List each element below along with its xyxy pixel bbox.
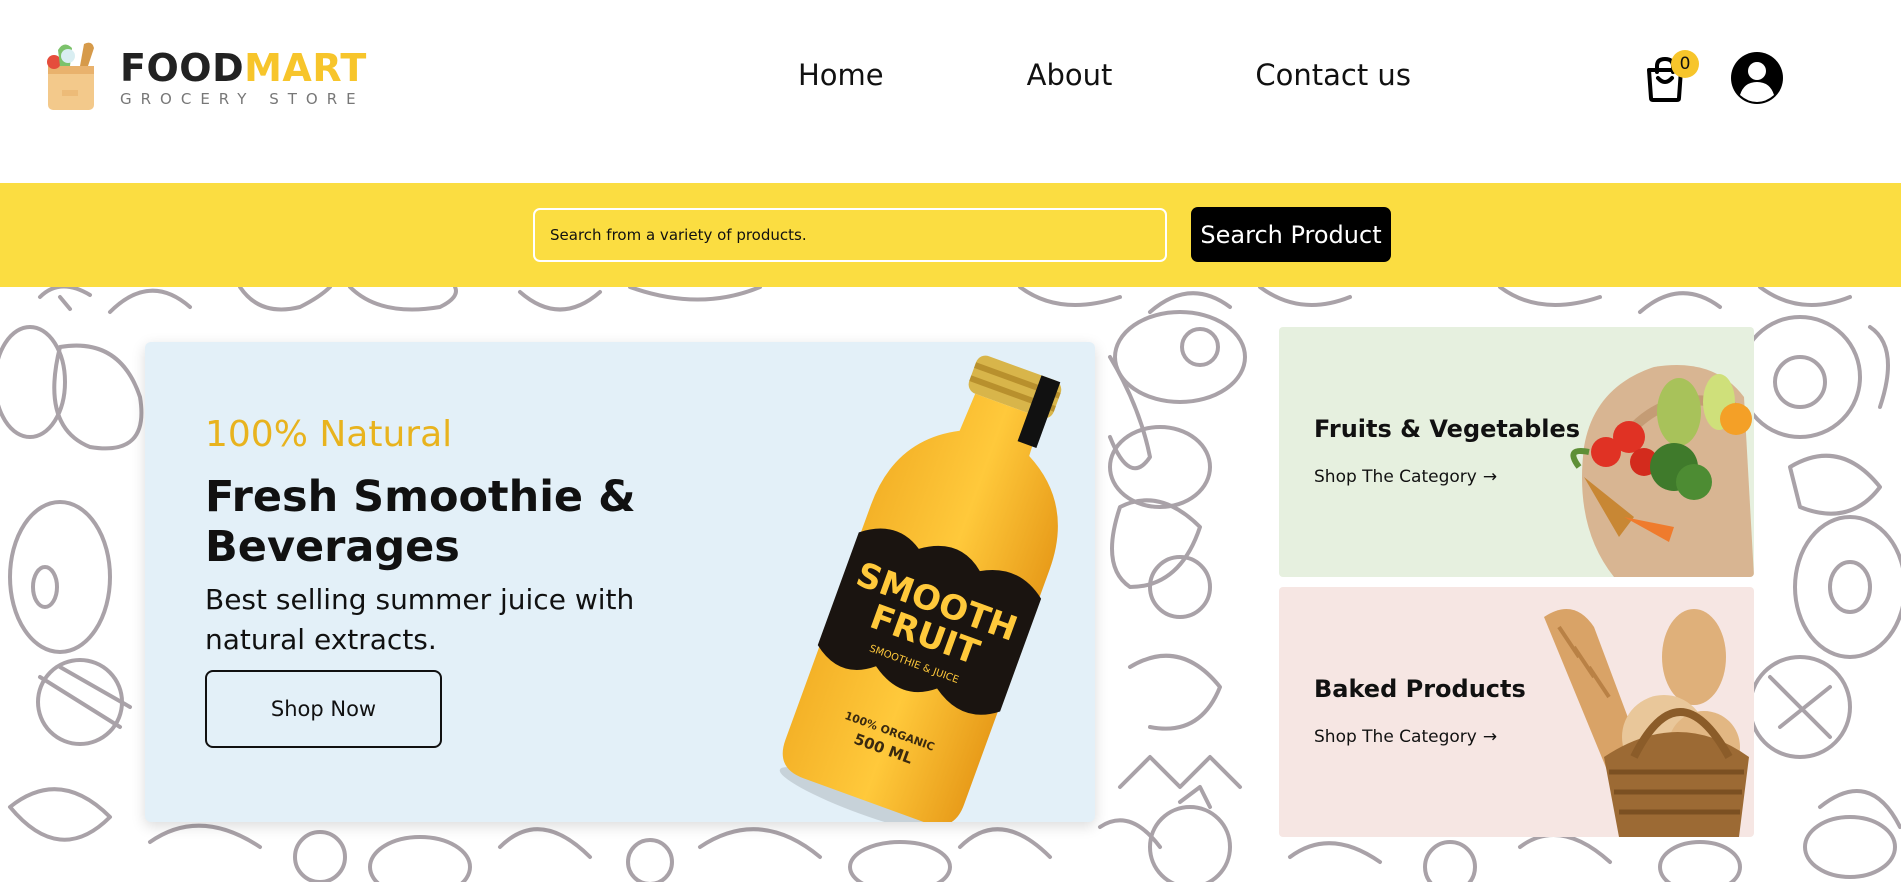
brand-tagline: GROCERY STORE bbox=[120, 90, 365, 108]
nav-home-link[interactable]: Home bbox=[798, 58, 884, 92]
brand-logo[interactable]: FOODMART GROCERY STORE bbox=[44, 40, 367, 112]
search-input[interactable] bbox=[533, 208, 1167, 262]
search-bar: Search Product bbox=[0, 183, 1901, 287]
hero-banner: 100% Natural Fresh Smoothie & Beverages … bbox=[145, 342, 1095, 822]
hero-description: Best selling summer juice with natural e… bbox=[205, 583, 635, 656]
main-nav: Home About Contact us bbox=[798, 58, 1411, 92]
brand-name-mart: MART bbox=[244, 46, 367, 90]
brand-name-food: FOOD bbox=[120, 46, 245, 90]
bread-basket-image bbox=[1544, 609, 1749, 837]
shop-category-link-baked[interactable]: Shop The Category → bbox=[1314, 727, 1497, 747]
arrow-right-icon: → bbox=[1482, 467, 1498, 487]
category-title: Baked Products bbox=[1314, 675, 1526, 703]
smoothie-bottle-image: SMOOTH FRUIT SMOOTHIE & JUICE 100% ORGAN… bbox=[779, 355, 1062, 822]
category-card-baked-products[interactable]: Baked Products Shop The Category → bbox=[1279, 587, 1754, 837]
user-avatar-icon[interactable] bbox=[1730, 51, 1784, 105]
brand-text: FOODMART GROCERY STORE bbox=[120, 48, 367, 108]
site-header: FOODMART GROCERY STORE Home About Contac… bbox=[0, 0, 1901, 183]
shop-category-link-fruits[interactable]: Shop The Category → bbox=[1314, 467, 1497, 487]
search-product-button[interactable]: Search Product bbox=[1191, 207, 1391, 262]
hero-kicker: 100% Natural bbox=[205, 414, 453, 455]
arrow-right-icon: → bbox=[1482, 727, 1498, 747]
category-card-fruits-vegetables[interactable]: Fruits & Vegetables Shop The Category → bbox=[1279, 327, 1754, 577]
brand-name: FOODMART bbox=[120, 48, 367, 88]
grocery-bag-icon bbox=[47, 42, 94, 110]
shop-category-label: Shop The Category bbox=[1314, 467, 1477, 487]
category-title: Fruits & Vegetables bbox=[1314, 415, 1581, 443]
shop-category-label: Shop The Category bbox=[1314, 727, 1477, 747]
nav-about-link[interactable]: About bbox=[1027, 58, 1113, 92]
hero-title: Fresh Smoothie & Beverages bbox=[205, 472, 636, 572]
nav-contact-link[interactable]: Contact us bbox=[1255, 58, 1411, 92]
vegetable-bag-image bbox=[1570, 365, 1754, 577]
shop-now-button[interactable]: Shop Now bbox=[205, 670, 442, 748]
cart-count-badge: 0 bbox=[1671, 50, 1699, 78]
